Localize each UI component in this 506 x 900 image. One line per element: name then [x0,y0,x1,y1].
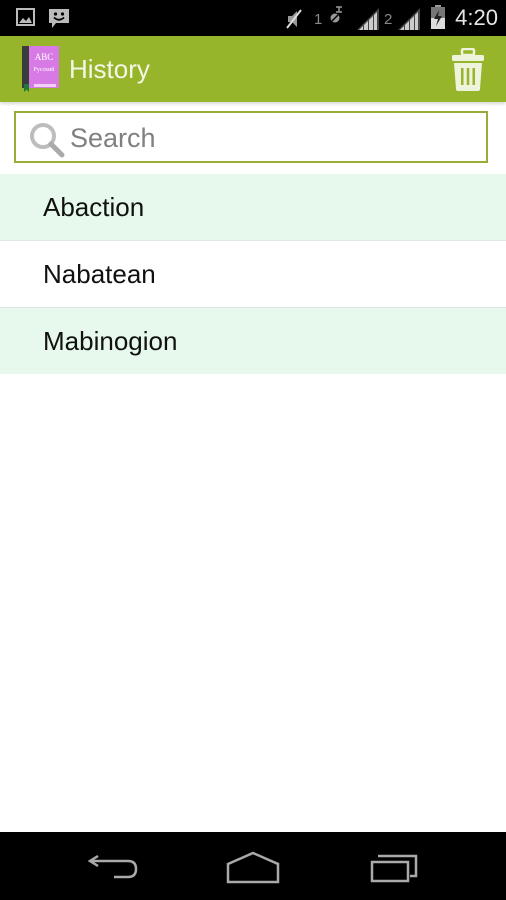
list-item[interactable]: Nabatean [0,241,506,308]
back-button[interactable] [84,850,144,884]
clock: 4:20 [455,5,498,30]
search-icon [30,123,65,158]
home-button[interactable] [223,850,283,884]
list-item-label: Nabatean [43,258,156,289]
search-input[interactable] [70,119,470,157]
list-item[interactable]: Mabinogion [0,308,506,374]
image-notification-icon [16,8,35,26]
list-item-label: Abaction [43,191,145,222]
home-icon [226,851,280,884]
muted-icon [286,9,302,29]
app-logo-icon: ABC Русский [22,46,59,92]
list-item-label: Mabinogion [43,325,178,356]
search-box[interactable] [14,111,488,163]
battery-charging-icon [431,5,445,29]
app-logo-text-bottom: Русский [34,66,56,73]
chat-notification-icon [49,9,69,28]
recents-button[interactable] [366,850,426,884]
navigation-bar [0,832,506,900]
sim2-label: 2 [384,11,393,28]
clear-history-button[interactable] [450,48,486,92]
back-icon [87,854,138,879]
sim1-label: 1 [314,11,323,28]
recents-icon [370,854,418,883]
signal-icon [357,8,379,30]
data-icon [330,6,342,23]
action-bar: ABC Русский History [0,36,506,102]
list-item[interactable]: Abaction [0,174,506,241]
trash-icon [452,48,484,91]
status-bar: 1 2 4:20 [0,0,506,36]
signal-icon [398,8,420,30]
app-logo-text-top: ABC [35,52,54,62]
history-list: Abaction Nabatean Mabinogion [0,174,506,374]
page-title: History [69,54,150,84]
